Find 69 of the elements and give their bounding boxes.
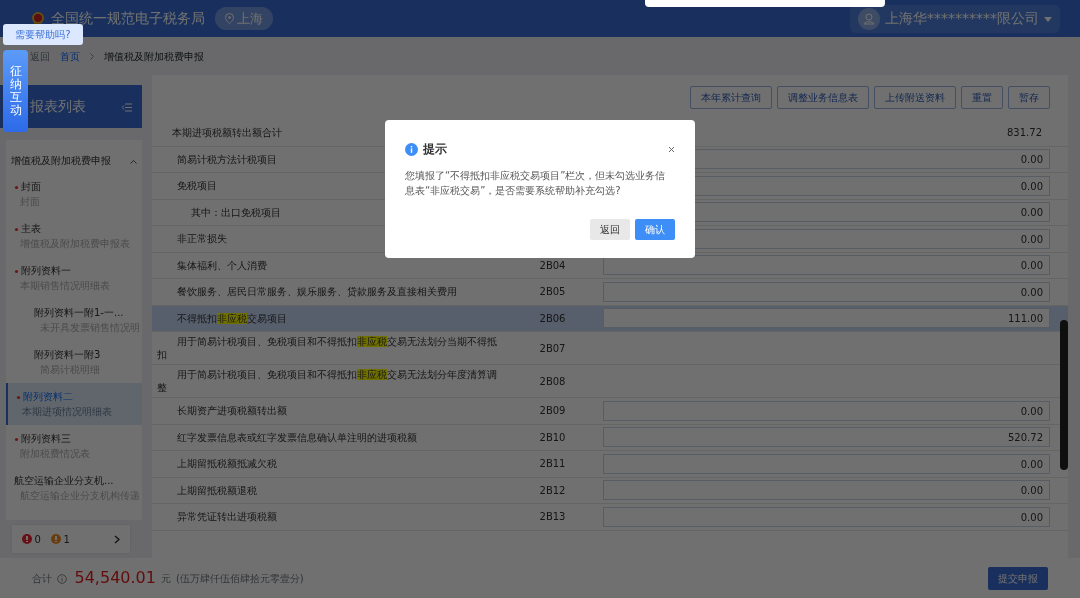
row-label: 上期留抵税额退税 [177,484,257,496]
separator-icon [90,52,94,60]
row-code: 2B13 [539,511,566,523]
group-header[interactable]: 增值税及附加税费申报 [6,148,142,173]
submit-button[interactable]: 提交申报 [988,566,1048,590]
toolbar-button[interactable]: 本年累计查询 [690,86,772,109]
toolbar-button[interactable]: 调整业务信息表 [777,86,869,109]
row-code: 2B05 [539,286,566,298]
count-label: 0 [34,532,41,547]
value-field[interactable]: 0.00 [603,506,1050,527]
confirm-button[interactable]: 确认 [635,219,675,240]
total-label: 合计 [32,571,52,586]
row-code: 2B10 [539,431,566,443]
row-label: 上期留抵税额抵减欠税 [177,458,277,470]
toolbar-button[interactable]: 暂存 [1008,86,1050,109]
row-code: 2B11 [539,458,566,470]
row-label: 非正常损失 [177,233,227,245]
value-field[interactable]: 520.72 [603,427,1050,448]
scrollbar-thumb[interactable] [1060,320,1068,470]
value-field[interactable]: 0.00 [603,400,1050,421]
currency-unit: 元 [160,571,171,586]
value-field[interactable]: 0.00 [603,281,1050,302]
info-icon [405,143,418,156]
row-label: 其中：出口免税项目 [191,206,281,218]
value-field[interactable]: 0.00 [603,255,1050,276]
location-pin-icon [225,13,234,24]
info-icon [57,573,67,584]
value-field[interactable]: 0.00 [603,480,1050,501]
count-label: 1 [63,532,70,547]
help-tab[interactable]: 征纳互动 [3,50,28,132]
value-field[interactable]: 0.00 [603,453,1050,474]
error-icon [22,534,32,544]
row-label: 餐饮服务、居民日常服务、娱乐服务、贷款服务及直接相关费用 [177,286,457,298]
row-code: 2B07 [539,342,566,354]
row-code: 2B04 [539,259,566,271]
breadcrumb-item[interactable]: 首页 [60,48,80,64]
back-button[interactable]: 返回 [590,219,630,240]
table-row[interactable]: 异常凭证转出进项税额 2B13 0.00 [152,504,1068,531]
emblem-icon [30,10,46,27]
next-icon[interactable] [114,535,120,544]
toolbar-button[interactable]: 上传附送资料 [874,86,956,109]
row-label: 长期资产进项税额转出额 [177,405,287,417]
row-label: 简易计税方法计税项目 [177,153,277,165]
total-value: 831.72 [1006,126,1043,141]
table-row[interactable]: 上期留抵税额退税 2B12 0.00 [152,477,1068,504]
total-amount: 54,540.01 [74,567,156,589]
table-row[interactable]: 上期留抵税额抵减欠税 2B11 0.00 [152,451,1068,478]
warning-icon [50,534,61,544]
row-label: 免税项目 [177,180,217,192]
close-icon[interactable] [668,145,675,153]
row-code: 2B12 [539,484,566,496]
row-label: 异常凭证转出进项税额 [177,511,277,523]
caret-icon [1044,16,1052,22]
row-label: 不得抵扣非应税交易项目 [176,311,288,325]
toolbar-button[interactable]: 重置 [961,86,1003,109]
row-code: 2B06 [539,312,566,324]
row-code: 2B08 [539,375,566,387]
value-field[interactable]: 111.00 [603,308,1050,329]
row-label: 本期进项税额转出额合计 [172,127,282,139]
row-label: 红字发票信息表或红字发票信息确认单注明的进项税额 [177,431,417,443]
row-label: 用于简易计税项目、免税项目和不得抵扣非应税交易无法划分年度清算调整 [157,368,498,394]
breadcrumb-item: 增值税及附加税费申报 [104,49,204,64]
help-tooltip: 需要帮助吗? [3,24,83,45]
collapse-menu-icon[interactable] [122,102,132,112]
row-label: 用于简易计税项目、免税项目和不得抵扣非应税交易无法划分当期不得抵扣 [157,335,498,361]
row-code: 2B09 [539,405,566,417]
table-row[interactable]: 不得抵扣非应税交易项目 2B06 111.00 [152,305,1068,332]
table-row[interactable]: 餐饮服务、居民日常服务、娱乐服务、贷款服务及直接相关费用 2B05 0.00 [152,279,1068,306]
row-label: 集体福利、个人消费 [177,259,267,271]
